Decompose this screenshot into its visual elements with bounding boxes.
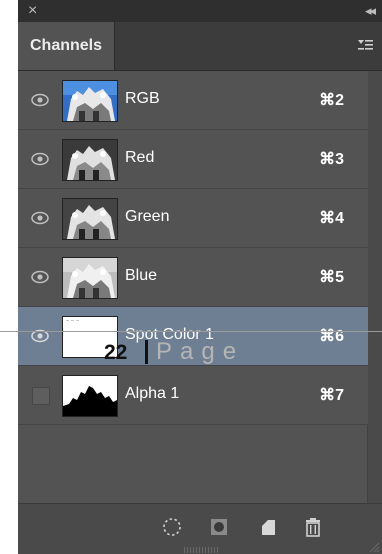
channel-shortcut: ⌘5 (319, 269, 344, 286)
eye-icon[interactable] (31, 93, 49, 107)
channel-name: Blue (125, 267, 158, 284)
new-channel-icon[interactable] (257, 516, 279, 538)
channel-thumbnail-alpha-1 (62, 375, 118, 417)
panel-grip[interactable] (184, 547, 218, 553)
page-number: 22 (104, 341, 128, 364)
channel-shortcut: ⌘6 (319, 328, 344, 345)
delete-channel-icon[interactable] (302, 516, 324, 538)
channel-thumbnail-green (62, 198, 118, 240)
panel-tab-bar: Channels (18, 22, 382, 71)
eye-icon[interactable] (31, 270, 49, 284)
channel-name: Alpha 1 (125, 385, 180, 402)
panel-title-bar: × ◂◂ (18, 0, 382, 22)
channel-shortcut: ⌘4 (319, 210, 344, 227)
resize-handle-icon[interactable] (368, 541, 380, 553)
panel-menu-icon[interactable] (356, 36, 374, 54)
channel-name: Green (125, 208, 170, 225)
page-number-separator (145, 340, 148, 364)
channel-row-alpha-1[interactable]: Alpha 1 ⌘7 (18, 366, 368, 425)
channels-panel: × ◂◂ Channels RGB ⌘2 Red ⌘3 Green ⌘4 Blu… (18, 0, 382, 554)
channel-thumbnail-blue (62, 257, 118, 299)
page-divider-line (0, 331, 382, 332)
visibility-toggle[interactable] (32, 387, 50, 405)
channel-row-rgb[interactable]: RGB ⌘2 (18, 71, 368, 130)
channel-row-green[interactable]: Green ⌘4 (18, 189, 368, 248)
channels-list: RGB ⌘2 Red ⌘3 Green ⌘4 Blue ⌘5 Spot Colo… (18, 71, 368, 425)
channel-shortcut: ⌘2 (319, 92, 344, 109)
channel-thumbnail-rgb (62, 80, 118, 122)
save-selection-icon[interactable] (208, 516, 230, 538)
close-icon[interactable]: × (28, 2, 37, 20)
load-selection-icon[interactable] (161, 516, 183, 538)
channel-row-red[interactable]: Red ⌘3 (18, 130, 368, 189)
tab-channels[interactable]: Channels (18, 22, 115, 70)
channel-shortcut: ⌘3 (319, 151, 344, 168)
page-label: Page (156, 338, 245, 365)
channels-scrollbar[interactable] (367, 71, 382, 503)
eye-icon[interactable] (31, 152, 49, 166)
channel-name: Red (125, 149, 155, 166)
panel-bottom-toolbar (18, 503, 382, 554)
collapse-icon[interactable]: ◂◂ (365, 3, 376, 19)
channel-name: RGB (125, 90, 160, 107)
channel-row-blue[interactable]: Blue ⌘5 (18, 248, 368, 307)
eye-icon[interactable] (31, 211, 49, 225)
channel-shortcut: ⌘7 (319, 387, 344, 404)
channel-thumbnail-red (62, 139, 118, 181)
